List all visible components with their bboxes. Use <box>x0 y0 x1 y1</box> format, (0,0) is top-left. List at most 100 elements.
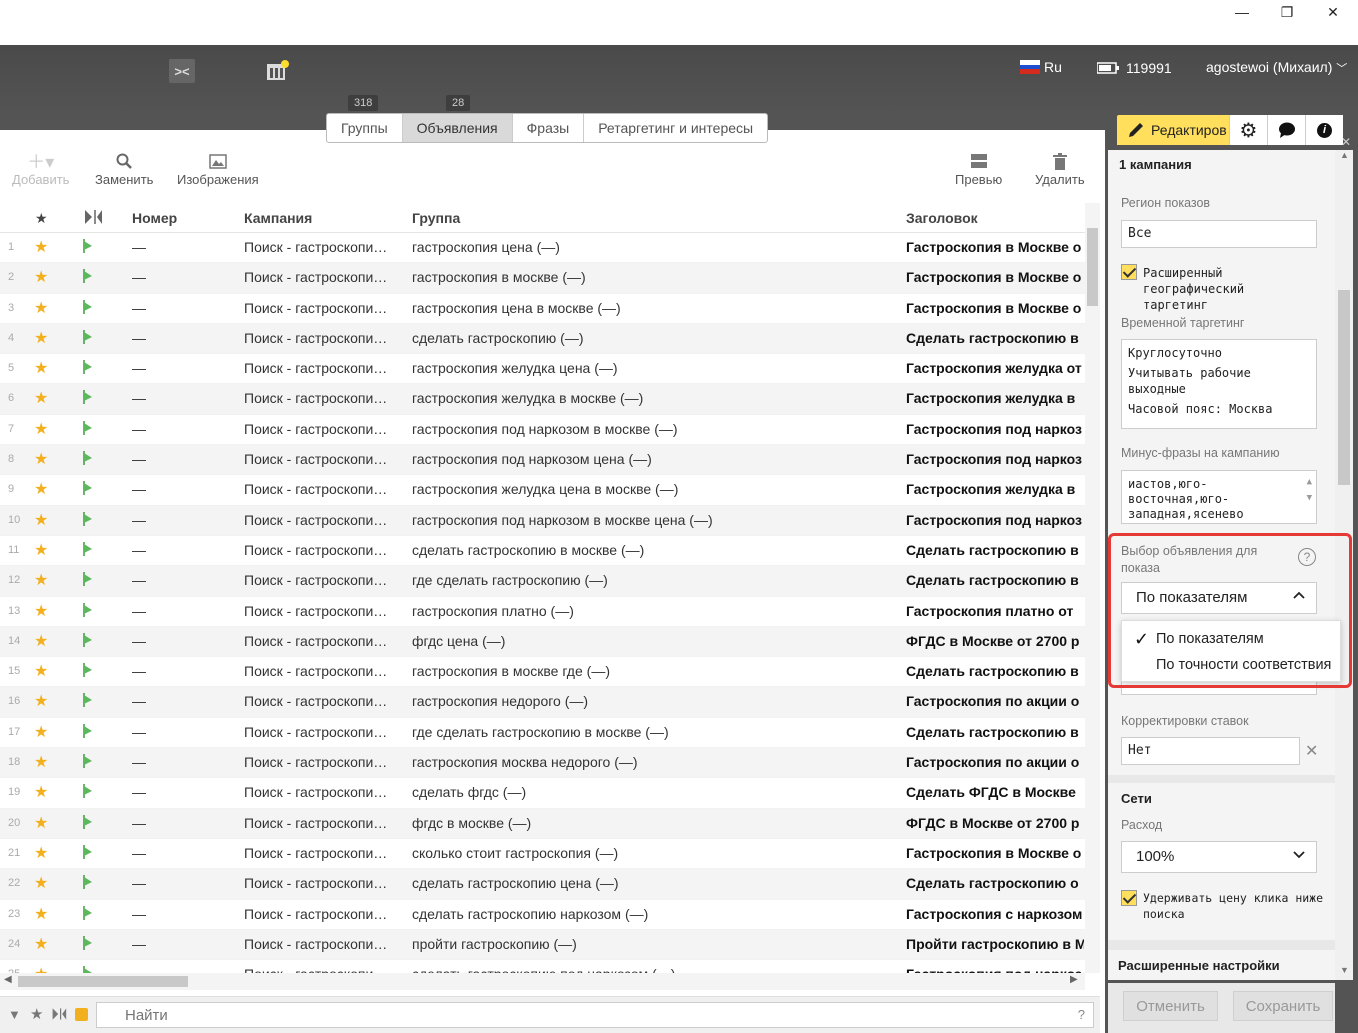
time-targeting-field[interactable]: Круглосуточно Учитывать рабочие выходные… <box>1121 339 1317 429</box>
table-row[interactable]: 18 ★ — Поиск - гастроскопи… гастроскопия мос… <box>0 748 1085 779</box>
star-icon[interactable]: ★ <box>34 782 48 802</box>
star-icon[interactable]: ★ <box>34 904 48 924</box>
table-row[interactable]: 7 ★ — Поиск - гастроскопи… гастроскопия под … <box>0 415 1085 446</box>
table-row[interactable]: 2 ★ — Поиск - гастроскопи… гастроскопия в мо… <box>0 263 1085 294</box>
language-label[interactable]: Ru <box>1044 59 1062 75</box>
table-row[interactable]: 15 ★ — Поиск - гастроскопи… гастроскопия в м… <box>0 657 1085 688</box>
star-column-header[interactable]: ★ <box>35 210 48 227</box>
tab-retargeting[interactable]: Ретаргетинг и интересы <box>584 114 767 142</box>
star-icon[interactable]: ★ <box>34 843 48 863</box>
table-row[interactable]: 1 ★ — Поиск - гастроскопи… гастроскопия цена… <box>0 233 1085 264</box>
number-column-header[interactable]: Номер <box>132 210 177 226</box>
panel-close-icon[interactable]: ✕ <box>1341 135 1351 149</box>
table-row[interactable]: 19 ★ — Поиск - гастроскопи… сделать фгдс (—)… <box>0 778 1085 809</box>
tab-groups[interactable]: Группы <box>327 114 403 142</box>
group-column-header[interactable]: Группа <box>412 210 460 226</box>
extended-geo-checkbox[interactable] <box>1121 264 1137 280</box>
star-icon[interactable]: ★ <box>34 964 48 973</box>
search-box[interactable]: ? <box>96 1002 1094 1028</box>
filter-icon[interactable]: ▼ <box>8 1007 21 1022</box>
table-row[interactable]: 6 ★ — Поиск - гастроскопи… гастроскопия желу… <box>0 384 1085 415</box>
table-row[interactable]: 25★—Поиск - гастроскопи…сделать гастроск… <box>0 960 1085 973</box>
tab-phrases[interactable]: Фразы <box>513 114 585 142</box>
clear-icon[interactable]: ✕ <box>1305 741 1318 761</box>
scroll-right-icon[interactable]: ▶ <box>1070 974 1078 985</box>
star-icon[interactable]: ★ <box>34 570 48 590</box>
search-input[interactable] <box>125 1003 1065 1027</box>
maximize-button[interactable]: ❐ <box>1264 0 1310 24</box>
replace-button[interactable]: Заменить <box>95 150 153 187</box>
language-flag[interactable] <box>1020 60 1040 74</box>
region-field[interactable]: Все <box>1121 220 1317 248</box>
scroll-down-icon[interactable]: ▼ <box>1307 491 1312 506</box>
table-row[interactable]: 11 ★ — Поиск - гастроскопи… сделать гастроск… <box>0 536 1085 567</box>
horizontal-scroll-thumb[interactable] <box>18 976 188 987</box>
tab-editor[interactable]: Редактиров <box>1117 115 1229 145</box>
spend-select[interactable]: 100% <box>1121 841 1317 873</box>
table-row[interactable]: 12 ★ — Поиск - гастроскопи… где сделать гаст… <box>0 566 1085 597</box>
table-row[interactable]: 3 ★ — Поиск - гастроскопи… гастроскопия цена… <box>0 294 1085 324</box>
bid-adjustments-field[interactable]: Нет <box>1121 737 1300 765</box>
table-row[interactable]: 17 ★ — Поиск - гастроскопи… где сделать гаст… <box>0 718 1085 749</box>
star-icon[interactable]: ★ <box>34 813 48 833</box>
star-icon[interactable]: ★ <box>34 601 48 621</box>
table-row[interactable]: 23 ★ — Поиск - гастроскопи… сделать гастроск… <box>0 900 1085 930</box>
images-button[interactable]: Изображения <box>177 150 259 187</box>
table-row[interactable]: 5 ★ — Поиск - гастроскопи… гастроскопия желу… <box>0 354 1085 385</box>
star-icon[interactable]: ★ <box>34 449 48 469</box>
warning-filter-icon[interactable] <box>75 1008 88 1021</box>
table-row[interactable]: 14 ★ — Поиск - гастроскопи… фгдс цена (—) ФГД… <box>0 626 1085 658</box>
advanced-settings-title[interactable]: Расширенные настройки <box>1118 958 1280 973</box>
status-column-icon[interactable] <box>83 210 103 227</box>
collapse-toggle-button[interactable]: >< <box>169 59 195 83</box>
scroll-down-icon[interactable]: ▼ <box>1340 965 1349 975</box>
cancel-button[interactable]: Отменить <box>1123 991 1218 1021</box>
campaign-column-header[interactable]: Кампания <box>244 210 312 226</box>
tab-comments[interactable] <box>1267 115 1305 145</box>
star-icon[interactable]: ★ <box>34 479 48 499</box>
scroll-up-icon[interactable]: ▲ <box>1307 475 1312 490</box>
scroll-up-icon[interactable]: ▲ <box>1340 150 1349 160</box>
table-row[interactable]: 16 ★ — Поиск - гастроскопи… гастроскопия нед… <box>0 687 1085 718</box>
table-row[interactable]: 4 ★ — Поиск - гастроскопи… сделать гастроско… <box>0 323 1085 355</box>
star-icon[interactable]: ★ <box>34 631 48 651</box>
star-icon[interactable]: ★ <box>34 661 48 681</box>
table-row[interactable]: 20 ★ — Поиск - гастроскопи… фгдс в москве (—… <box>0 808 1085 839</box>
star-icon[interactable]: ★ <box>34 419 48 439</box>
notifications-button[interactable] <box>264 59 290 83</box>
user-menu[interactable]: agostewoi (Михаил) ﹀ <box>1206 59 1347 76</box>
table-row[interactable]: 13 ★ — Поиск - гастроскопи… гастроскопия пла… <box>0 597 1085 627</box>
star-icon[interactable]: ★ <box>34 752 48 772</box>
minus-phrases-field[interactable]: иастов,юго-восточная,юго-западная,ясенев… <box>1121 470 1317 524</box>
star-icon[interactable]: ★ <box>34 328 48 348</box>
star-icon[interactable]: ★ <box>34 298 48 318</box>
star-icon[interactable]: ★ <box>34 510 48 530</box>
scroll-left-icon[interactable]: ◀ <box>4 974 12 985</box>
panel-scroll-thumb[interactable] <box>1338 290 1350 485</box>
tab-settings[interactable]: ⚙ <box>1229 115 1267 145</box>
status-filter-icon[interactable] <box>51 1007 67 1023</box>
table-horizontal-scrollbar[interactable]: ◀ ▶ <box>0 973 1085 990</box>
save-button[interactable]: Сохранить <box>1233 991 1333 1021</box>
tab-ads[interactable]: Объявления <box>402 114 513 142</box>
preview-button[interactable]: Превью <box>955 150 1002 187</box>
star-icon[interactable]: ★ <box>34 934 48 954</box>
balance-value[interactable]: 119991 <box>1126 60 1172 76</box>
table-vertical-scrollbar[interactable] <box>1085 203 1100 973</box>
table-row[interactable]: 8 ★ — Поиск - гастроскопи… гастроскопия под … <box>0 445 1085 476</box>
vertical-scroll-thumb[interactable] <box>1087 228 1098 306</box>
star-icon[interactable]: ★ <box>34 691 48 711</box>
title-column-header[interactable]: Заголовок <box>906 210 978 226</box>
hold-price-checkbox[interactable] <box>1121 890 1137 906</box>
star-icon[interactable]: ★ <box>34 267 48 287</box>
table-row[interactable]: 24 ★ — Поиск - гастроскопи… пройти гастроско… <box>0 929 1085 961</box>
star-icon[interactable]: ★ <box>34 722 48 742</box>
star-icon[interactable]: ★ <box>34 358 48 378</box>
star-icon[interactable]: ★ <box>34 388 48 408</box>
minimize-button[interactable]: — <box>1219 0 1265 24</box>
star-icon[interactable]: ★ <box>34 873 48 893</box>
table-row[interactable]: 9 ★ — Поиск - гастроскопи… гастроскопия желу… <box>0 475 1085 506</box>
table-row[interactable]: 21 ★ — Поиск - гастроскопи… сколько стоит га… <box>0 839 1085 870</box>
table-row[interactable]: 22 ★ — Поиск - гастроскопи… сделать гастроск… <box>0 869 1085 900</box>
tab-info[interactable]: i <box>1305 115 1343 145</box>
